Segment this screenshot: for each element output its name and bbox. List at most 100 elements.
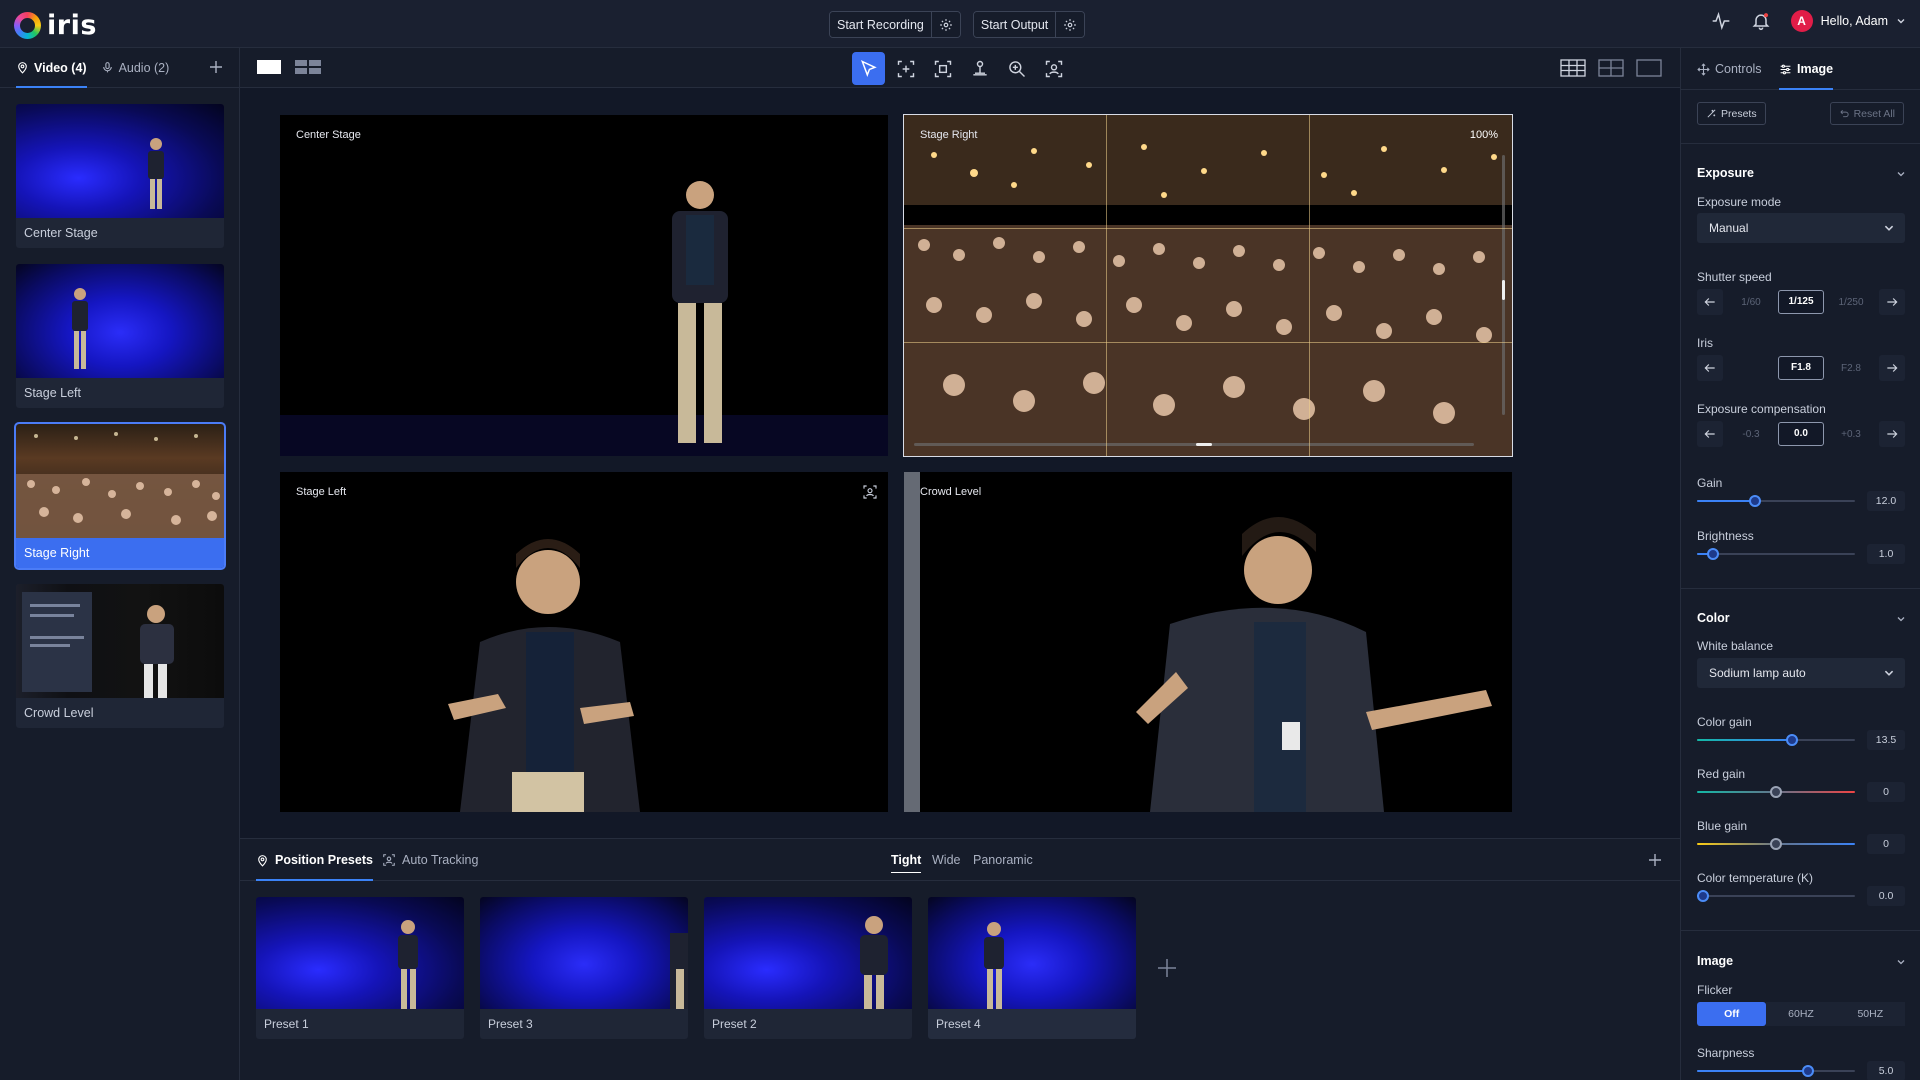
preset-card[interactable]: Preset 2 [704, 897, 912, 1039]
blue-gain-value[interactable]: 0 [1867, 834, 1905, 854]
tab-tight[interactable]: Tight [891, 839, 922, 881]
chevron-down-icon [1884, 225, 1894, 231]
slider-handle[interactable] [1697, 890, 1710, 902]
brightness-value[interactable]: 1.0 [1867, 544, 1905, 564]
slider-handle[interactable] [1770, 786, 1782, 798]
preset-label: Preset 3 [488, 1017, 533, 1031]
white-balance-select[interactable]: Sodium lamp auto [1697, 658, 1905, 688]
face-track-tool[interactable] [1037, 52, 1070, 85]
select-tool[interactable] [852, 52, 885, 85]
slider-handle[interactable] [1770, 838, 1782, 850]
comp-prev-value[interactable]: -0.3 [1728, 429, 1774, 440]
add-preset-icon[interactable] [1156, 957, 1178, 979]
camera-card-center-stage[interactable]: Center Stage [16, 104, 224, 248]
color-temp-slider[interactable] [1697, 889, 1855, 903]
face-focus-icon[interactable] [862, 484, 878, 500]
iris-stepper: F1.8 F2.8 [1697, 355, 1905, 381]
grid-none-icon[interactable] [1636, 59, 1662, 77]
color-section-title[interactable]: Color [1697, 611, 1730, 625]
face-focus-icon [1045, 60, 1062, 77]
comp-next-value[interactable]: +0.3 [1828, 429, 1874, 440]
exposure-mode-select[interactable]: Manual [1697, 213, 1905, 243]
tab-position-presets[interactable]: Position Presets [256, 839, 373, 881]
monitor-stage-left[interactable]: Stage Left [280, 472, 888, 812]
gain-value[interactable]: 12.0 [1867, 491, 1905, 511]
chevron-down-icon[interactable] [1896, 614, 1906, 624]
iris-next-value[interactable]: F2.8 [1828, 363, 1874, 374]
monitor-stage-right[interactable]: Stage Right 100% [903, 114, 1513, 457]
sharpness-slider[interactable] [1697, 1064, 1855, 1078]
flicker-50hz-option[interactable]: 50HZ [1835, 1002, 1905, 1026]
monitor-center-stage[interactable]: Center Stage [280, 115, 888, 456]
tab-controls[interactable]: Controls [1697, 48, 1762, 90]
chevron-down-icon[interactable] [1896, 169, 1906, 179]
app-logo[interactable]: iris [14, 10, 97, 41]
preset-card[interactable]: Preset 4 [928, 897, 1136, 1039]
slider-track [1697, 895, 1855, 897]
flicker-off-option[interactable]: Off [1697, 1002, 1767, 1026]
add-region-tool[interactable] [889, 52, 922, 85]
presets-button[interactable]: Presets [1697, 102, 1766, 125]
camera-card-stage-right[interactable]: Stage Right [14, 422, 226, 570]
slider-handle[interactable] [1801, 1065, 1814, 1077]
preset-card[interactable]: Preset 3 [480, 897, 688, 1039]
camera-label: Crowd Level [24, 706, 94, 720]
recording-settings-button[interactable] [930, 12, 960, 37]
tab-image[interactable]: Image [1779, 48, 1834, 90]
start-output-button[interactable]: Start Output [973, 12, 1056, 37]
shutter-next-value[interactable]: 1/250 [1828, 297, 1874, 308]
color-gain-slider[interactable] [1697, 733, 1855, 747]
dual-view-icon[interactable] [294, 59, 322, 75]
output-settings-button[interactable] [1055, 12, 1085, 37]
iris-next-button[interactable] [1879, 355, 1905, 381]
frame-tool[interactable] [926, 52, 959, 85]
tab-wide[interactable]: Wide [932, 839, 960, 881]
add-preset-icon[interactable] [1646, 851, 1664, 869]
shutter-prev-value[interactable]: 1/60 [1728, 297, 1774, 308]
activity-icon[interactable] [1711, 11, 1731, 31]
camera-card-crowd-level[interactable]: Crowd Level [16, 584, 224, 728]
grid-thirds-icon[interactable] [1560, 59, 1586, 77]
single-view-icon[interactable] [256, 59, 282, 75]
gain-slider[interactable] [1697, 494, 1855, 508]
iris-prev-button[interactable] [1697, 355, 1723, 381]
position-tool[interactable] [963, 52, 996, 85]
shutter-current-value[interactable]: 1/125 [1778, 290, 1824, 314]
user-menu[interactable]: A Hello, Adam [1790, 10, 1906, 32]
shutter-next-button[interactable] [1879, 289, 1905, 315]
red-gain-value[interactable]: 0 [1867, 782, 1905, 802]
tab-audio[interactable]: Audio (2) [101, 48, 169, 88]
slider-handle[interactable] [1706, 548, 1719, 560]
chevron-down-icon[interactable] [1896, 957, 1906, 967]
cursor-icon [860, 59, 877, 77]
tab-auto-tracking[interactable]: Auto Tracking [382, 839, 478, 881]
add-source-icon[interactable] [207, 58, 225, 76]
iris-current-value[interactable]: F1.8 [1778, 356, 1824, 380]
preset-card[interactable]: Preset 1 [256, 897, 464, 1039]
shutter-prev-button[interactable] [1697, 289, 1723, 315]
bell-icon[interactable] [1751, 11, 1771, 31]
comp-next-button[interactable] [1879, 421, 1905, 447]
camera-card-stage-left[interactable]: Stage Left [16, 264, 224, 408]
comp-prev-button[interactable] [1697, 421, 1723, 447]
monitor-crowd-level[interactable]: Crowd Level [904, 472, 1512, 812]
sharpness-value[interactable]: 5.0 [1867, 1061, 1905, 1080]
brightness-slider[interactable] [1697, 547, 1855, 561]
preset-label: Preset 2 [712, 1017, 757, 1031]
start-recording-button[interactable]: Start Recording [830, 12, 931, 37]
slider-handle[interactable] [1785, 734, 1798, 746]
red-gain-slider[interactable] [1697, 785, 1855, 799]
color-temp-value[interactable]: 0.0 [1867, 886, 1905, 906]
reset-all-button[interactable]: Reset All [1829, 102, 1904, 125]
exposure-section-title[interactable]: Exposure [1697, 166, 1754, 180]
tab-panoramic[interactable]: Panoramic [973, 839, 1033, 881]
flicker-60hz-option[interactable]: 60HZ [1766, 1002, 1836, 1026]
grid-quarters-icon[interactable] [1598, 59, 1624, 77]
blue-gain-slider[interactable] [1697, 837, 1855, 851]
zoom-tool[interactable] [1000, 52, 1033, 85]
color-gain-value[interactable]: 13.5 [1867, 730, 1905, 750]
comp-current-value[interactable]: 0.0 [1778, 422, 1824, 446]
tab-video[interactable]: Video (4) [16, 48, 87, 88]
image-section-title[interactable]: Image [1697, 954, 1733, 968]
slider-handle[interactable] [1749, 495, 1762, 507]
